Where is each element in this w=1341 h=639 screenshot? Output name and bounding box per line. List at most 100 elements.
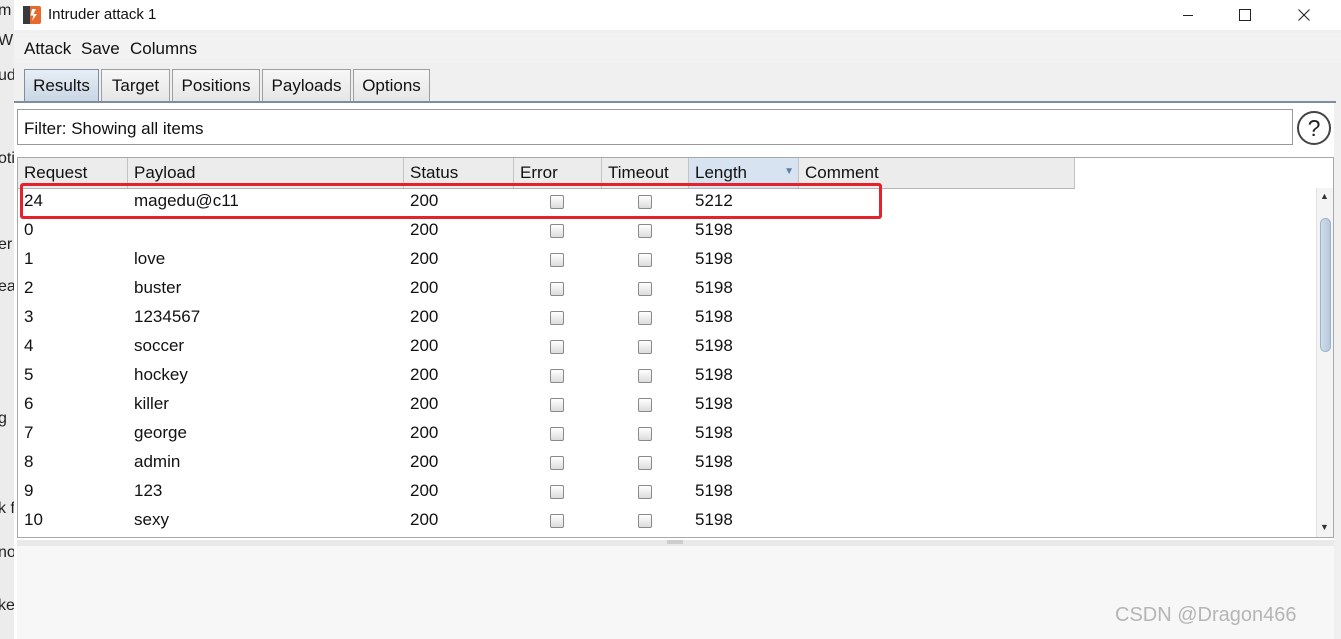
timeout-checkbox[interactable]	[638, 282, 652, 296]
highlight-annotation	[20, 183, 882, 219]
tab-positions[interactable]: Positions	[172, 69, 260, 101]
table-row[interactable]: 6 killer 200 5198	[18, 391, 1075, 420]
cell-status: 200	[410, 307, 439, 326]
cell-request: 2	[24, 278, 34, 297]
cell-payload: killer	[134, 394, 169, 413]
table-row[interactable]: 2 buster 200 5198	[18, 275, 1075, 304]
tab-target[interactable]: Target	[101, 69, 170, 101]
tab-payloads[interactable]: Payloads	[262, 69, 351, 101]
cell-status: 200	[410, 510, 439, 529]
title-bar: Intruder attack 1	[14, 0, 1341, 30]
close-icon	[1298, 9, 1310, 21]
error-checkbox[interactable]	[550, 485, 564, 499]
background-fragment: ke	[0, 597, 15, 614]
table-row[interactable]: 1 love 200 5198	[18, 246, 1075, 275]
timeout-checkbox[interactable]	[638, 398, 652, 412]
timeout-checkbox[interactable]	[638, 224, 652, 238]
tab-results[interactable]: Results	[24, 69, 99, 101]
error-checkbox[interactable]	[550, 282, 564, 296]
filter-text: Filter: Showing all items	[24, 119, 204, 138]
timeout-checkbox[interactable]	[638, 514, 652, 528]
cell-payload: buster	[134, 278, 182, 297]
column-header-length-label: Length	[695, 163, 747, 182]
background-window-strip: m Wi ud oti er ea g k fi no ke	[0, 0, 15, 639]
splitter-grip-icon[interactable]	[667, 540, 683, 544]
menu-attack[interactable]: Attack	[24, 39, 71, 59]
cell-payload: sexy	[134, 510, 169, 529]
maximize-button[interactable]	[1222, 0, 1268, 30]
menu-columns[interactable]: Columns	[130, 39, 197, 59]
timeout-checkbox[interactable]	[638, 456, 652, 470]
error-checkbox[interactable]	[550, 224, 564, 238]
cell-length: 5198	[695, 249, 733, 268]
cell-payload: george	[134, 423, 187, 442]
error-checkbox[interactable]	[550, 398, 564, 412]
cell-payload: love	[134, 249, 166, 268]
cell-length: 5198	[695, 423, 733, 442]
background-fragment: g	[0, 410, 7, 428]
intruder-attack-window: Intruder attack 1 Attack Save Columns Re…	[14, 0, 1341, 639]
cell-request: 6	[24, 394, 34, 413]
tab-options[interactable]: Options	[353, 69, 430, 101]
cell-length: 5198	[695, 481, 733, 500]
cell-status: 200	[410, 394, 439, 413]
timeout-checkbox[interactable]	[638, 340, 652, 354]
table-row[interactable]: 3 1234567 200 5198	[18, 304, 1075, 333]
cell-status: 200	[410, 336, 439, 355]
timeout-checkbox[interactable]	[638, 369, 652, 383]
scroll-down-icon[interactable]: ▼	[1320, 522, 1329, 532]
timeout-checkbox[interactable]	[638, 311, 652, 325]
cell-request: 9	[24, 481, 34, 500]
results-panel: Filter: Showing all items ? Request Payl…	[14, 103, 1334, 639]
table-row[interactable]: 5 hockey 200 5198	[18, 362, 1075, 391]
cell-request: 5	[24, 365, 34, 384]
cell-request: 7	[24, 423, 34, 442]
error-checkbox[interactable]	[550, 369, 564, 383]
burp-logo-icon	[23, 6, 41, 24]
close-button[interactable]	[1281, 0, 1327, 30]
maximize-icon	[1239, 9, 1251, 21]
menu-save[interactable]: Save	[81, 39, 120, 59]
background-fragment: no	[0, 544, 15, 561]
table-row[interactable]: 9 123 200 5198	[18, 478, 1075, 507]
scroll-thumb[interactable]	[1320, 218, 1331, 352]
cell-request: 4	[24, 336, 34, 355]
window-title: Intruder attack 1	[48, 6, 157, 23]
cell-request: 1	[24, 249, 34, 268]
cell-status: 200	[410, 365, 439, 384]
vertical-scrollbar[interactable]: ▲ ▼	[1316, 188, 1333, 537]
cell-request: 0	[24, 220, 34, 239]
error-checkbox[interactable]	[550, 427, 564, 441]
table-row[interactable]: 10 sexy 200 5198	[18, 507, 1075, 536]
timeout-checkbox[interactable]	[638, 427, 652, 441]
sort-descending-icon: ▼	[784, 166, 794, 177]
cell-length: 5198	[695, 510, 733, 529]
cell-length: 5198	[695, 365, 733, 384]
timeout-checkbox[interactable]	[638, 485, 652, 499]
table-row[interactable]: 4 soccer 200 5198	[18, 333, 1075, 362]
table-row[interactable]: 8 admin 200 5198	[18, 449, 1075, 478]
menu-bar: Attack Save Columns	[14, 33, 1341, 63]
background-fragment: er	[0, 236, 13, 253]
background-fragment: Wi	[0, 32, 14, 50]
minimize-button[interactable]	[1165, 0, 1211, 30]
help-button[interactable]: ?	[1297, 111, 1331, 145]
table-row[interactable]: 0 200 5198	[18, 217, 1075, 246]
error-checkbox[interactable]	[550, 456, 564, 470]
error-checkbox[interactable]	[550, 514, 564, 528]
cell-payload: 123	[134, 481, 163, 500]
filter-bar[interactable]: Filter: Showing all items	[17, 109, 1293, 145]
cell-status: 200	[410, 423, 439, 442]
timeout-checkbox[interactable]	[638, 253, 652, 267]
scroll-up-icon[interactable]: ▲	[1320, 191, 1329, 201]
cell-payload: hockey	[134, 365, 188, 384]
cell-length: 5198	[695, 220, 733, 239]
cell-payload: 1234567	[134, 307, 201, 326]
watermark: CSDN @Dragon466	[1115, 604, 1297, 626]
minimize-icon	[1183, 15, 1193, 16]
error-checkbox[interactable]	[550, 311, 564, 325]
cell-length: 5198	[695, 336, 733, 355]
error-checkbox[interactable]	[550, 253, 564, 267]
table-row[interactable]: 7 george 200 5198	[18, 420, 1075, 449]
error-checkbox[interactable]	[550, 340, 564, 354]
